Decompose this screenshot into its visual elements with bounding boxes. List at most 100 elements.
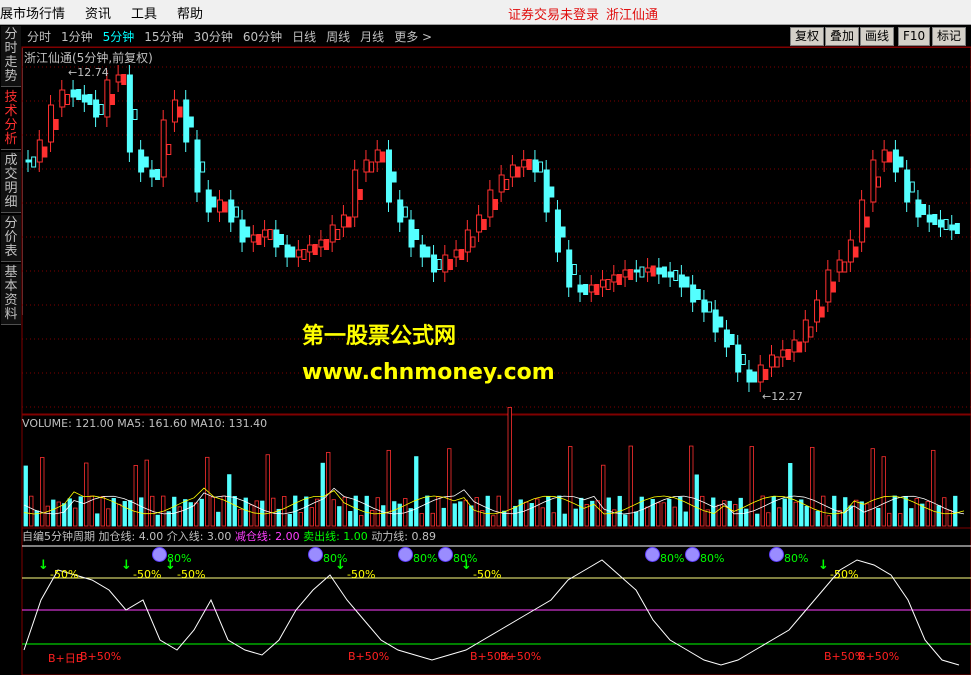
candle — [870, 159, 877, 203]
candle — [667, 271, 674, 278]
candlestick-series — [25, 65, 960, 392]
indicator-param-add: 加仓线: 4.00 — [98, 530, 164, 543]
candle — [273, 229, 280, 248]
candle — [408, 219, 415, 248]
volume-bar — [936, 505, 941, 527]
volume-bar — [199, 498, 204, 527]
candle — [352, 169, 359, 218]
volume-bar — [529, 503, 534, 527]
candle — [921, 204, 927, 215]
candle — [915, 199, 922, 218]
candle — [785, 349, 791, 360]
volume-bar — [727, 500, 732, 527]
volume-bar — [744, 508, 749, 527]
signal-buy-label: B+日B — [48, 652, 84, 665]
indicator-param-sell: 卖出线: 1.00 — [303, 530, 368, 543]
candle — [25, 159, 32, 163]
candle — [566, 249, 573, 288]
volume-bar — [67, 498, 72, 527]
volume-bar — [78, 496, 83, 527]
candle — [233, 206, 239, 218]
volume-bar — [447, 448, 452, 527]
volume-bar — [216, 511, 221, 527]
volume-bar — [947, 509, 952, 527]
candle — [459, 249, 465, 260]
candle — [707, 301, 713, 313]
candle — [121, 74, 127, 85]
volume-bar — [595, 500, 600, 527]
candle — [48, 104, 55, 143]
candle — [628, 269, 634, 280]
candle — [639, 266, 645, 278]
candle — [611, 274, 618, 283]
candle — [842, 261, 848, 273]
candle — [780, 349, 787, 358]
candle — [250, 234, 257, 243]
candle — [695, 289, 701, 300]
candle — [554, 209, 561, 253]
candle — [431, 254, 438, 273]
candle — [588, 284, 595, 293]
volume-bar — [73, 507, 78, 527]
volume-bar — [887, 512, 892, 527]
volume-bar — [804, 505, 809, 527]
volume-bar — [282, 496, 287, 527]
candle — [256, 234, 262, 245]
signal-buy-label: B+50% — [80, 650, 122, 663]
volume-bar — [931, 449, 936, 527]
candle — [684, 276, 690, 288]
volume-bar — [656, 502, 661, 527]
volume-bar — [210, 496, 215, 527]
candle — [814, 299, 821, 323]
volume-bar — [513, 505, 518, 527]
signal-reduce-label: -50% — [50, 568, 79, 581]
candle — [59, 89, 66, 108]
volume-bar — [810, 446, 815, 527]
candle — [453, 249, 460, 258]
volume-bar — [876, 507, 881, 527]
candle — [932, 214, 938, 225]
volume-bar — [573, 508, 578, 527]
volume-bar — [491, 515, 496, 527]
candle — [718, 316, 724, 328]
candle — [397, 199, 404, 223]
candle — [380, 151, 386, 163]
candle — [504, 179, 510, 190]
volume-bar — [227, 474, 232, 527]
indicator-param-enter: 介入线: 3.00 — [166, 530, 232, 543]
candle — [262, 229, 269, 238]
volume-bar — [672, 506, 677, 527]
volume-bar — [551, 512, 556, 527]
volume-bar — [51, 499, 56, 527]
candle — [391, 171, 397, 183]
candle — [419, 244, 426, 258]
indicator-param-power: 动力线: 0.89 — [371, 530, 437, 543]
volume-panel-title: VOLUME: 121.00 MA5: 161.60 MA10: 131.40 — [22, 417, 268, 430]
volume-bar — [485, 495, 490, 527]
volume-bar — [628, 445, 633, 527]
candle — [774, 356, 780, 368]
volume-bar — [645, 506, 650, 527]
candle — [217, 199, 224, 213]
volume-bar — [832, 495, 837, 527]
down-arrow-icon: ↓ — [38, 558, 49, 573]
volume-bar — [359, 515, 364, 527]
candle — [346, 216, 352, 228]
candle — [414, 229, 420, 240]
volume-bar — [766, 512, 771, 527]
candle — [245, 226, 251, 238]
candle — [768, 354, 775, 368]
volume-bar — [315, 498, 320, 527]
candle — [87, 94, 93, 105]
volume-bar — [694, 474, 699, 527]
candle — [594, 284, 600, 295]
volume-bar — [733, 504, 738, 527]
volume-bar — [920, 503, 925, 527]
candle — [498, 174, 505, 193]
volume-bar — [84, 462, 89, 527]
volume-bar — [29, 495, 34, 527]
volume-bar — [496, 495, 501, 527]
candle — [937, 219, 944, 228]
volume-bar — [793, 501, 798, 527]
volume-bar — [139, 497, 144, 527]
